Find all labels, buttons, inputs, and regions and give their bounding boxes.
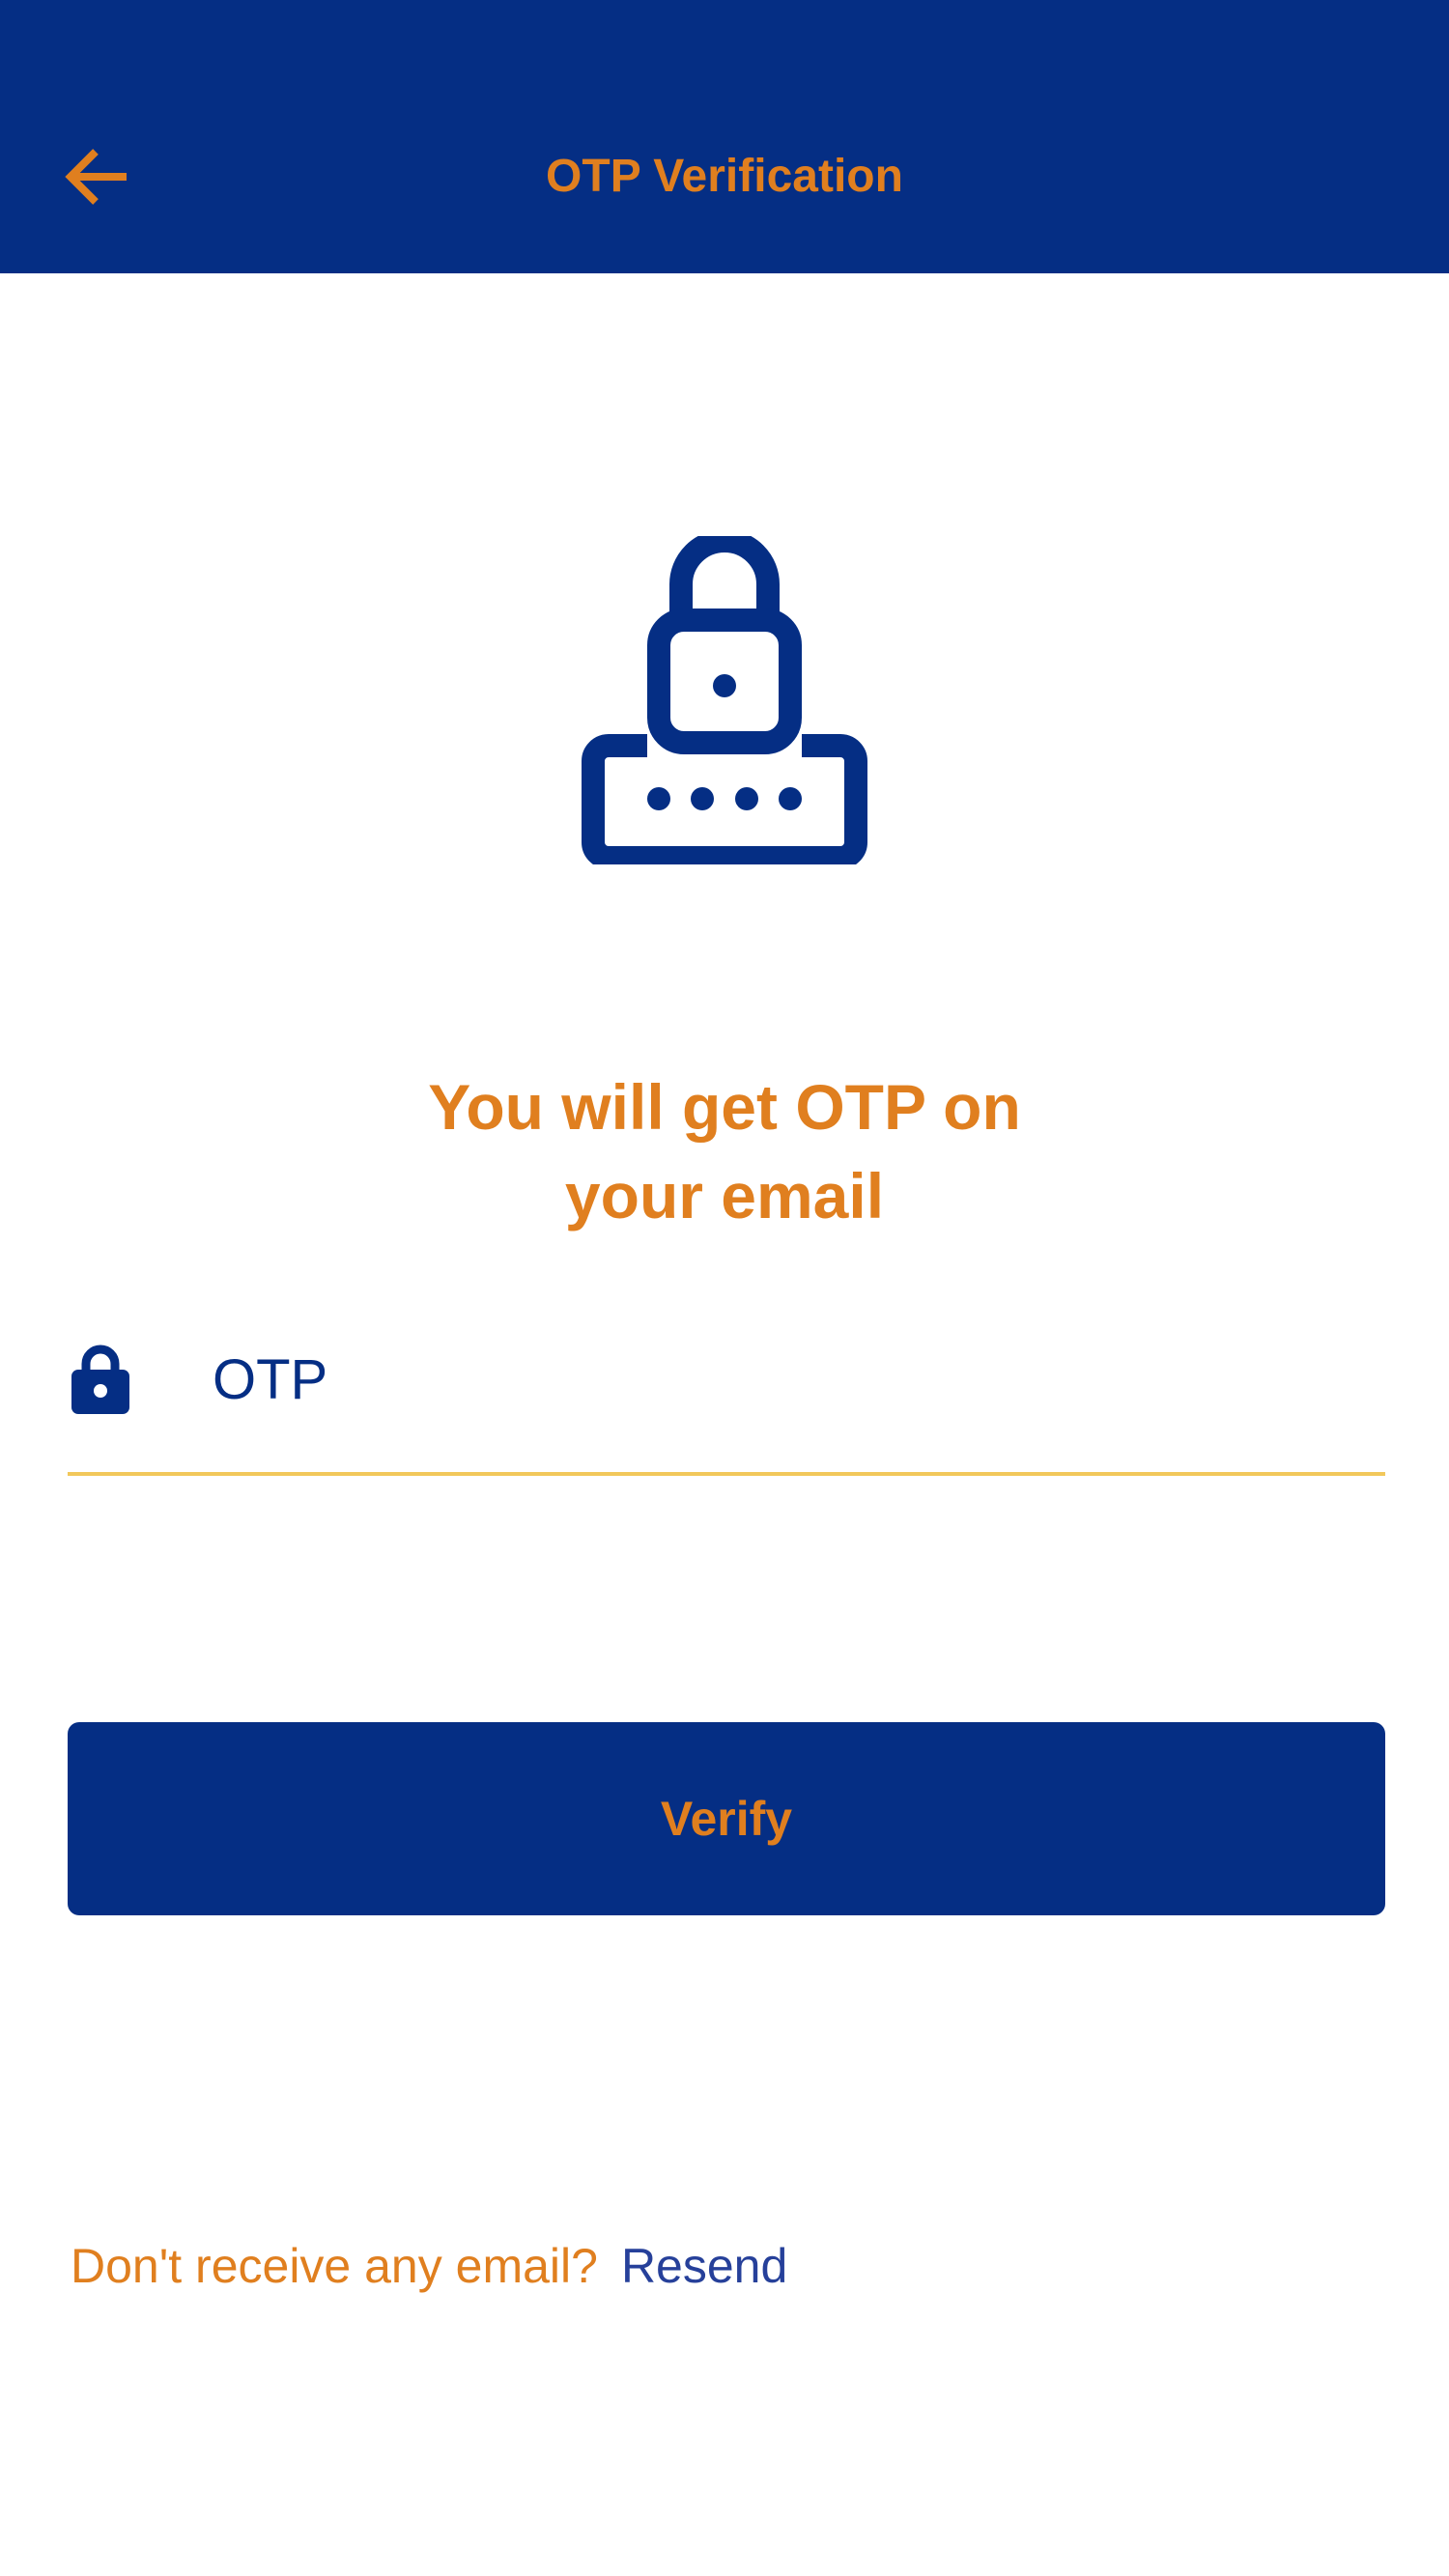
app-bar: OTP Verification	[0, 0, 1449, 273]
otp-input[interactable]	[213, 1331, 1372, 1428]
otp-info-heading: You will get OTP on your email	[290, 1062, 1159, 1240]
otp-info-line-2: your email	[564, 1160, 885, 1231]
otp-info-line-1: You will get OTP on	[428, 1071, 1021, 1143]
otp-field	[68, 1323, 1385, 1478]
resend-row: Don't receive any email? Resend	[71, 2237, 787, 2295]
verify-button[interactable]: Verify	[68, 1722, 1385, 1915]
resend-link[interactable]: Resend	[621, 2239, 787, 2293]
otp-input-underline	[68, 1472, 1385, 1476]
password-lock-icon	[582, 536, 867, 864]
otp-verification-screen: OTP Verification You will get OTP on you…	[0, 0, 1449, 2576]
lock-icon	[71, 1345, 129, 1414]
resend-prompt: Don't receive any email?	[71, 2239, 598, 2293]
page-title: OTP Verification	[546, 151, 903, 202]
verify-button-label: Verify	[660, 1792, 793, 1846]
